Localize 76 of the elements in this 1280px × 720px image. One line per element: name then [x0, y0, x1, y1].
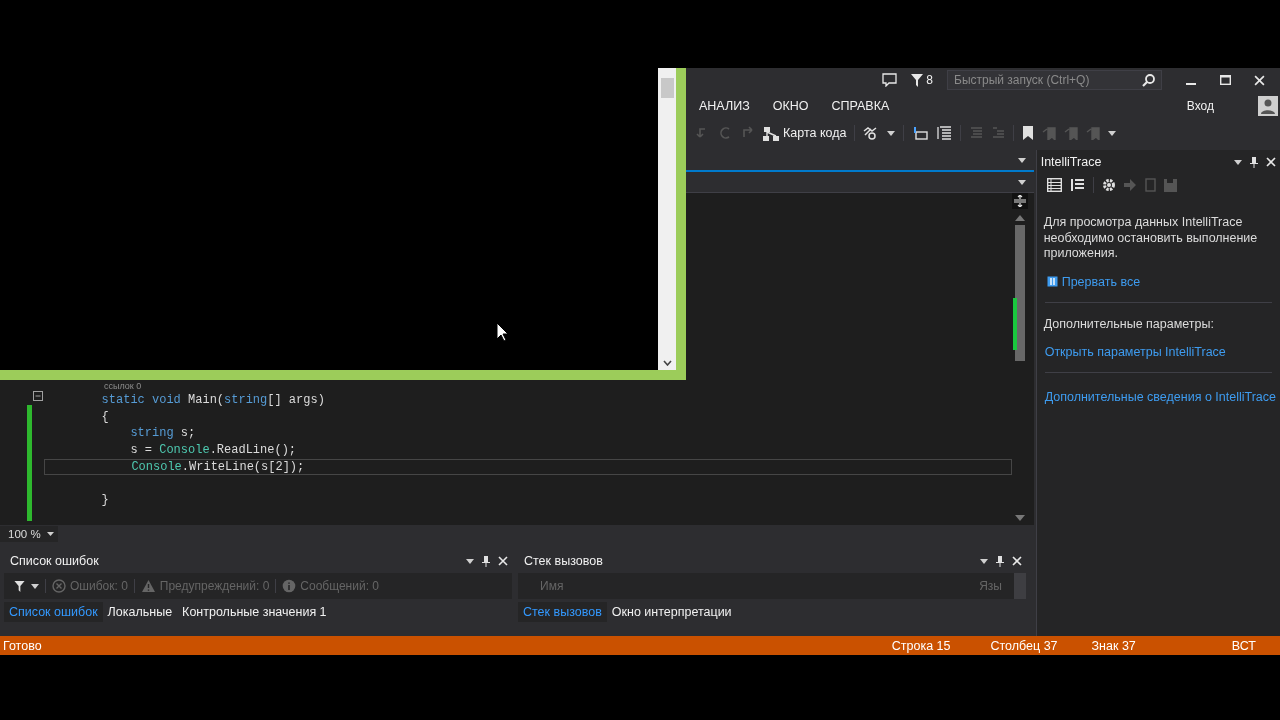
filter-icon[interactable] — [911, 73, 924, 87]
options-heading: Дополнительные параметры: — [1043, 316, 1215, 331]
pin-icon[interactable] — [996, 555, 1004, 567]
change-marker — [1012, 298, 1017, 350]
hierarchy-icon — [763, 125, 779, 141]
overflow-icon[interactable] — [887, 130, 896, 136]
maximize-icon — [1219, 75, 1231, 85]
panel-tab[interactable]: Окно интерпретации — [606, 602, 737, 622]
pause-icon — [1046, 276, 1058, 287]
panel-tab[interactable]: Список ошибок — [4, 602, 103, 622]
code-line: { — [100, 408, 110, 426]
dropdown-icon[interactable] — [980, 558, 988, 564]
dropdown-icon[interactable] — [1234, 159, 1242, 165]
dropdown-icon[interactable] — [31, 583, 39, 589]
status-text: Готово — [3, 638, 42, 653]
dropdown-icon[interactable] — [466, 558, 474, 564]
notification-count: 8 — [926, 73, 933, 87]
scrollbar-thumb[interactable] — [660, 78, 674, 98]
scroll-down-icon[interactable] — [1014, 515, 1025, 521]
table-icon[interactable] — [1046, 178, 1062, 192]
scrollbar[interactable] — [658, 68, 676, 370]
minimize-icon — [1186, 83, 1196, 85]
close-icon — [1253, 74, 1265, 86]
code-line: static void Main(string[] args) — [100, 392, 326, 409]
bookmark-icon[interactable] — [1022, 126, 1035, 140]
codelens-label[interactable]: ссылок 0 — [104, 380, 142, 392]
search-icon — [1142, 73, 1155, 87]
sign-in-link[interactable]: Вход — [1186, 99, 1214, 113]
help-link[interactable]: Открыть параметры IntelliTrace — [1044, 344, 1276, 359]
filter-icon[interactable] — [14, 580, 25, 592]
panel-title: Список ошибок — [10, 554, 99, 568]
pin-icon[interactable] — [1250, 156, 1258, 168]
quick-launch-field[interactable]: Быстрый запуск (Ctrl+Q) — [947, 70, 1162, 90]
code-line: s = Console.ReadLine(); — [129, 442, 298, 459]
close-icon[interactable] — [1012, 556, 1022, 566]
scrollbar[interactable] — [1014, 573, 1026, 599]
settings-icon[interactable] — [1101, 178, 1116, 192]
code-line: } — [100, 492, 110, 509]
insert-mode: ВСТ — [1231, 638, 1256, 653]
overflow-icon[interactable] — [1108, 130, 1117, 136]
menu-item[interactable]: АНАЛИЗ — [699, 99, 750, 113]
list-icon[interactable] — [1069, 178, 1085, 192]
menu-item[interactable]: СПРАВКА — [831, 99, 890, 113]
panel-title: IntelliTrace — [1040, 155, 1102, 169]
info-icon — [282, 579, 297, 593]
warning-icon — [140, 579, 156, 593]
close-icon[interactable] — [498, 556, 508, 566]
panel-tab[interactable]: Локальные — [102, 602, 178, 622]
panel-title: Стек вызовов — [524, 554, 603, 568]
collapse-icon[interactable] — [33, 391, 43, 401]
break-all-link[interactable]: Прервать все — [1061, 274, 1141, 289]
chevron-down-icon[interactable] — [662, 360, 672, 366]
tab-list-icon[interactable] — [1017, 157, 1026, 163]
feedback-icon[interactable] — [882, 73, 898, 87]
member-dropdown-icon[interactable] — [1017, 179, 1026, 185]
split-icon[interactable] — [1011, 193, 1028, 209]
pin-icon[interactable] — [482, 555, 490, 567]
indent-icon[interactable] — [912, 126, 929, 140]
code-line: string s; — [129, 425, 197, 443]
scroll-up-icon[interactable] — [1014, 215, 1025, 221]
column-number: Столбец 37 — [990, 638, 1058, 653]
cursor-icon — [496, 322, 509, 342]
help-link[interactable]: Дополнительные сведения о IntelliTrace — [1044, 389, 1276, 404]
char-number: Знак 37 — [1091, 638, 1136, 653]
panel-tab[interactable]: Контрольные значения 1 — [177, 602, 332, 622]
scrollbar-thumb[interactable] — [1014, 225, 1025, 361]
list-icon[interactable] — [936, 126, 953, 140]
caret-icon — [47, 532, 54, 536]
message-text: Для просмотра данных IntelliTrace необходимо остановить выполнение приложения. — [1042, 214, 1259, 262]
close-icon[interactable] — [1266, 157, 1276, 167]
code-map-button[interactable]: Карта кода — [763, 125, 847, 141]
error-icon — [52, 579, 66, 593]
line-number: Строка 15 — [891, 638, 951, 653]
zoom-dropdown[interactable]: 100 % — [0, 526, 58, 542]
panel-tab[interactable]: Стек вызовов — [518, 602, 607, 622]
menu-item[interactable]: ОКНО — [772, 99, 809, 113]
